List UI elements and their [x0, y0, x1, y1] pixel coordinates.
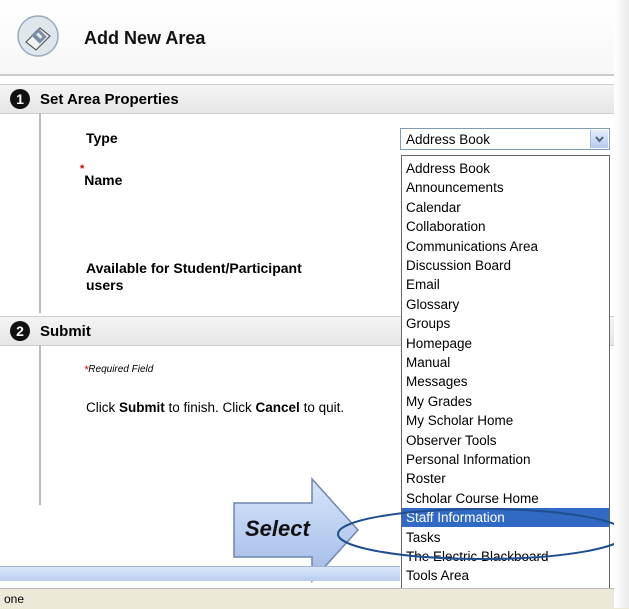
dropdown-option[interactable]: Personal Information [402, 450, 609, 469]
dropdown-option[interactable]: Address Book [402, 159, 609, 178]
instr-text: to quit. [299, 400, 345, 415]
dropdown-option[interactable]: Tools Area [402, 566, 609, 585]
type-label: Type [86, 130, 118, 146]
type-select-value: Address Book [406, 132, 491, 147]
select-callout-label: Select [245, 516, 310, 541]
dropdown-option[interactable]: Roster [402, 469, 609, 488]
dropdown-option[interactable]: Observer Tools [402, 431, 609, 450]
name-label: *Name [80, 163, 122, 188]
type-select[interactable]: Address Book [400, 128, 610, 150]
step-2-badge: 2 [10, 321, 30, 341]
dropdown-option[interactable]: Email [402, 275, 609, 294]
instr-text: Click [86, 400, 119, 415]
dropdown-option[interactable]: My Scholar Home [402, 411, 609, 430]
page-header: Add New Area [0, 0, 629, 76]
instr-text: to finish. Click [164, 400, 256, 415]
section-divider-line [39, 113, 41, 313]
book-page-icon [17, 15, 59, 57]
dropdown-option[interactable]: Glossary [402, 295, 609, 314]
dropdown-option[interactable]: Scholar Course Home [402, 489, 609, 508]
required-field-note: *Required Field [84, 364, 153, 376]
submit-instructions: Click Submit to finish. Click Cancel to … [86, 400, 344, 415]
available-label-line2: users [86, 277, 124, 293]
available-label: Available for Student/Participant [86, 260, 302, 276]
dropdown-option[interactable]: Messages [402, 372, 609, 391]
dropdown-option[interactable]: Manual [402, 353, 609, 372]
dropdown-option[interactable]: Collaboration [402, 217, 609, 236]
status-text: one [4, 592, 25, 606]
section-divider-line [39, 345, 41, 505]
dropdown-option[interactable]: Homepage [402, 334, 609, 353]
chevron-down-icon[interactable] [590, 130, 608, 148]
window-right-edge [614, 0, 629, 608]
dropdown-option[interactable]: Discussion Board [402, 256, 609, 275]
dropdown-option[interactable]: Calendar [402, 198, 609, 217]
section-title-area-properties: Set Area Properties [40, 91, 179, 108]
name-label-text: Name [84, 172, 123, 188]
required-field-text: Required Field [88, 364, 154, 375]
instr-submit-word: Submit [119, 400, 165, 415]
highlight-ellipse [337, 508, 627, 560]
dropdown-option[interactable]: Announcements [402, 178, 609, 197]
dropdown-option[interactable]: Communications Area [402, 237, 609, 256]
page-title: Add New Area [84, 28, 206, 48]
step-1-badge: 1 [10, 89, 30, 109]
dropdown-option[interactable]: My Grades [402, 392, 609, 411]
dropdown-option[interactable]: Groups [402, 314, 609, 333]
section-bar-area-properties: 1 Set Area Properties [0, 84, 629, 114]
horizontal-scrollbar[interactable] [0, 566, 400, 581]
section-title-submit: Submit [40, 323, 91, 340]
instr-cancel-word: Cancel [255, 400, 300, 415]
status-bar: one [0, 588, 629, 609]
